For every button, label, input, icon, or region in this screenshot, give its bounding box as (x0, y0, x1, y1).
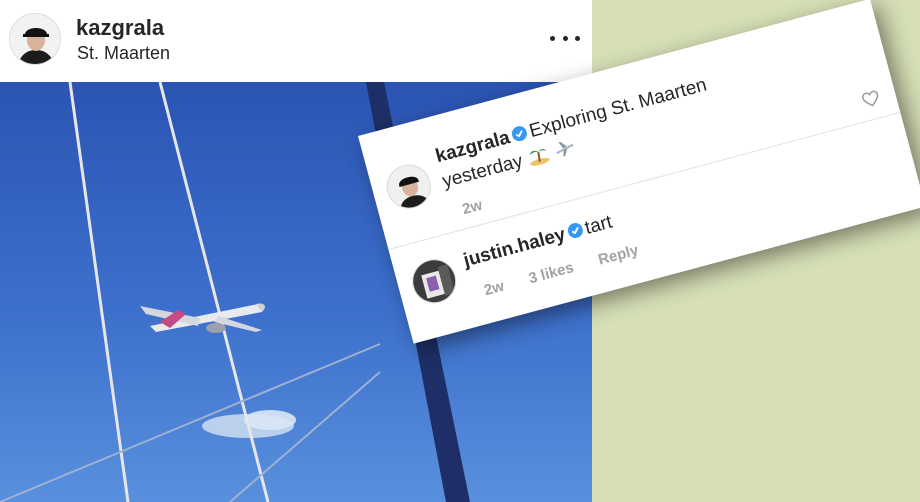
avatar[interactable] (381, 159, 436, 214)
comment-likes[interactable]: 3 likes (527, 259, 576, 287)
avatar[interactable] (9, 13, 61, 65)
user-portrait-icon (10, 14, 60, 64)
avatar[interactable] (407, 254, 462, 309)
user-portrait-icon (408, 254, 462, 309)
verified-badge-icon (511, 126, 527, 142)
user-portrait-icon (383, 160, 436, 214)
airplane-icon (140, 303, 265, 333)
comment-body: Exploring St. Maarten (527, 74, 710, 143)
island-emoji (529, 149, 550, 166)
more-horizontal-icon[interactable] (550, 30, 580, 46)
comment-age: 2w (460, 196, 485, 219)
heart-icon[interactable] (860, 88, 882, 110)
verified-badge-icon (567, 223, 583, 239)
comment-body: tart (582, 211, 615, 239)
post-header: kazgrala St. Maarten (0, 0, 592, 82)
reply-button[interactable]: Reply (596, 242, 640, 269)
comment-meta: 2w (460, 191, 505, 219)
comment-age: 2w (482, 277, 506, 300)
airplane-emoji (555, 141, 574, 157)
post-username[interactable]: kazgrala (76, 15, 164, 41)
post-location[interactable]: St. Maarten (77, 43, 170, 64)
